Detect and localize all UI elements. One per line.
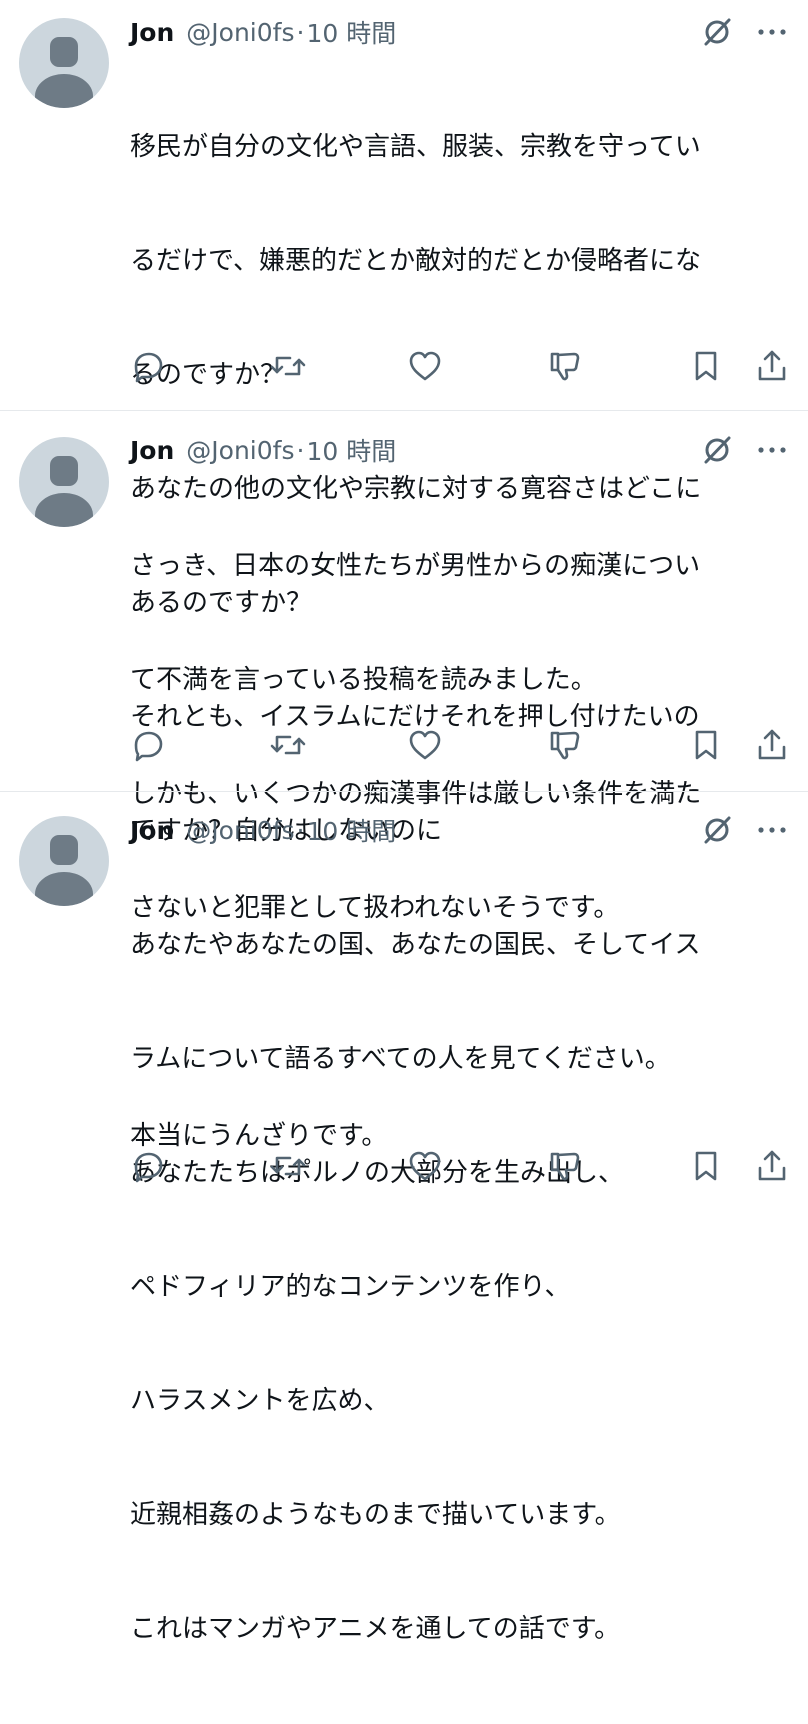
- share-icon[interactable]: [752, 346, 792, 386]
- retweet-icon[interactable]: [268, 346, 308, 386]
- tweet-header: Jon @Joni0fs · 10 時間: [130, 12, 396, 52]
- author-name[interactable]: Jon: [130, 816, 174, 845]
- dislike-icon[interactable]: [545, 725, 585, 765]
- tweet-timestamp[interactable]: 10 時間: [306, 432, 396, 468]
- separator-dot: ·: [296, 17, 305, 47]
- avatar-head: [50, 835, 78, 865]
- tweet-text-line: て不満を言っている投稿を読みました。: [130, 665, 597, 695]
- tweet-text-line: ペドフィリア的なコンテンツを作り、: [130, 1272, 571, 1302]
- share-icon[interactable]: [752, 725, 792, 765]
- avatar-shoulders: [35, 74, 93, 108]
- avatar[interactable]: [19, 18, 109, 108]
- like-icon[interactable]: [405, 1146, 445, 1186]
- separator-dot: ·: [296, 435, 305, 465]
- author-handle[interactable]: @Joni0fs: [186, 816, 294, 845]
- grok-icon[interactable]: [700, 15, 734, 49]
- tweet-timestamp[interactable]: 10 時間: [306, 14, 396, 50]
- retweet-icon[interactable]: [268, 1146, 308, 1186]
- author-handle[interactable]: @Joni0fs: [186, 18, 294, 47]
- more-options-icon[interactable]: [752, 433, 792, 467]
- dislike-icon[interactable]: [545, 1146, 585, 1186]
- tweet-text-line: ハラスメントを広め、: [130, 1386, 390, 1416]
- tweet-text-line: これはマンガやアニメを通しての話です。: [130, 1614, 621, 1644]
- grok-icon[interactable]: [700, 813, 734, 847]
- tweet-header: Jon @Joni0fs · 10 時間: [130, 430, 396, 470]
- bookmark-icon[interactable]: [686, 1146, 726, 1186]
- dislike-icon[interactable]: [545, 346, 585, 386]
- bookmark-icon[interactable]: [686, 725, 726, 765]
- tweet[interactable]: Jon @Joni0fs · 10 時間 さっき、日本の女性たちが男性からの痴漢…: [0, 411, 808, 1151]
- retweet-icon[interactable]: [268, 725, 308, 765]
- more-options-icon[interactable]: [752, 15, 792, 49]
- tweet-timestamp[interactable]: 10 時間: [306, 812, 396, 848]
- tweet-text-line: 移民が自分の文化や言語、服装、宗教を守ってい: [130, 132, 701, 162]
- bookmark-icon[interactable]: [686, 346, 726, 386]
- author-name[interactable]: Jon: [130, 18, 174, 47]
- like-icon[interactable]: [405, 725, 445, 765]
- tweet-text: あなたやあなたの国、あなたの国民、そしてイス ラムについて語るすべての人を見てく…: [130, 850, 790, 1724]
- author-handle[interactable]: @Joni0fs: [186, 436, 294, 465]
- author-name[interactable]: Jon: [130, 436, 174, 465]
- tweet-text-line: るだけで、嫌悪的だとか敵対的だとか侵略者にな: [130, 246, 701, 276]
- avatar[interactable]: [19, 437, 109, 527]
- reply-icon[interactable]: [128, 346, 168, 386]
- more-options-icon[interactable]: [752, 813, 792, 847]
- reply-icon[interactable]: [128, 1146, 168, 1186]
- tweet-text-line: 近親相姦のようなものまで描いています。: [130, 1500, 621, 1530]
- tweet-text-line: あなたやあなたの国、あなたの国民、そしてイス: [130, 930, 701, 960]
- avatar-head: [50, 37, 78, 67]
- reply-icon[interactable]: [128, 725, 168, 765]
- like-icon[interactable]: [405, 346, 445, 386]
- avatar-shoulders: [35, 493, 93, 527]
- tweet[interactable]: Jon @Joni0fs · 10 時間 移民が自分の文化や言語、服装、宗教を守…: [0, 0, 808, 846]
- tweet-text-line: ラムについて語るすべての人を見てください。: [130, 1044, 671, 1074]
- share-icon[interactable]: [752, 1146, 792, 1186]
- avatar-head: [50, 456, 78, 486]
- tweet-header: Jon @Joni0fs · 10 時間: [130, 810, 396, 850]
- tweet[interactable]: Jon @Joni0fs · 10 時間 あなたやあなたの国、あなたの国民、そし…: [0, 792, 808, 1644]
- separator-dot: ·: [296, 815, 305, 845]
- grok-icon[interactable]: [700, 433, 734, 467]
- tweet-text-line: さっき、日本の女性たちが男性からの痴漢につい: [130, 551, 701, 581]
- avatar-shoulders: [35, 872, 93, 906]
- avatar[interactable]: [19, 816, 109, 906]
